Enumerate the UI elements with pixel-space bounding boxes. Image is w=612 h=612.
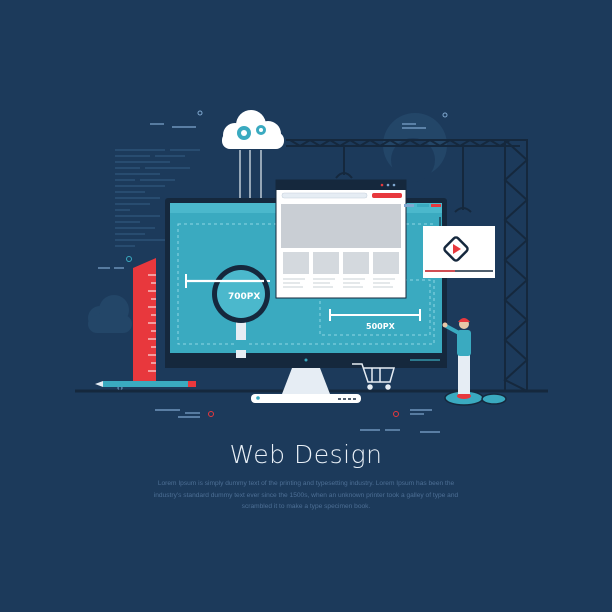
video-card (423, 217, 495, 278)
cloud-gears-icon (222, 110, 284, 200)
page-title: Web Design (229, 440, 383, 469)
web-design-illustration: 500PX 700PX (75, 110, 548, 433)
height-label: 500PX (366, 322, 396, 331)
width-label: 700PX (228, 292, 260, 302)
gear-icon (444, 390, 507, 406)
background-gear-icon (383, 113, 447, 182)
description-text: Lorem Ipsum is simply dummy text of the … (153, 480, 459, 510)
mini-toolbar (404, 204, 441, 207)
background-cloud-icon (88, 295, 132, 333)
website-wireframe (275, 179, 407, 299)
ruler-icon (133, 258, 156, 384)
pencil-icon (95, 381, 196, 387)
